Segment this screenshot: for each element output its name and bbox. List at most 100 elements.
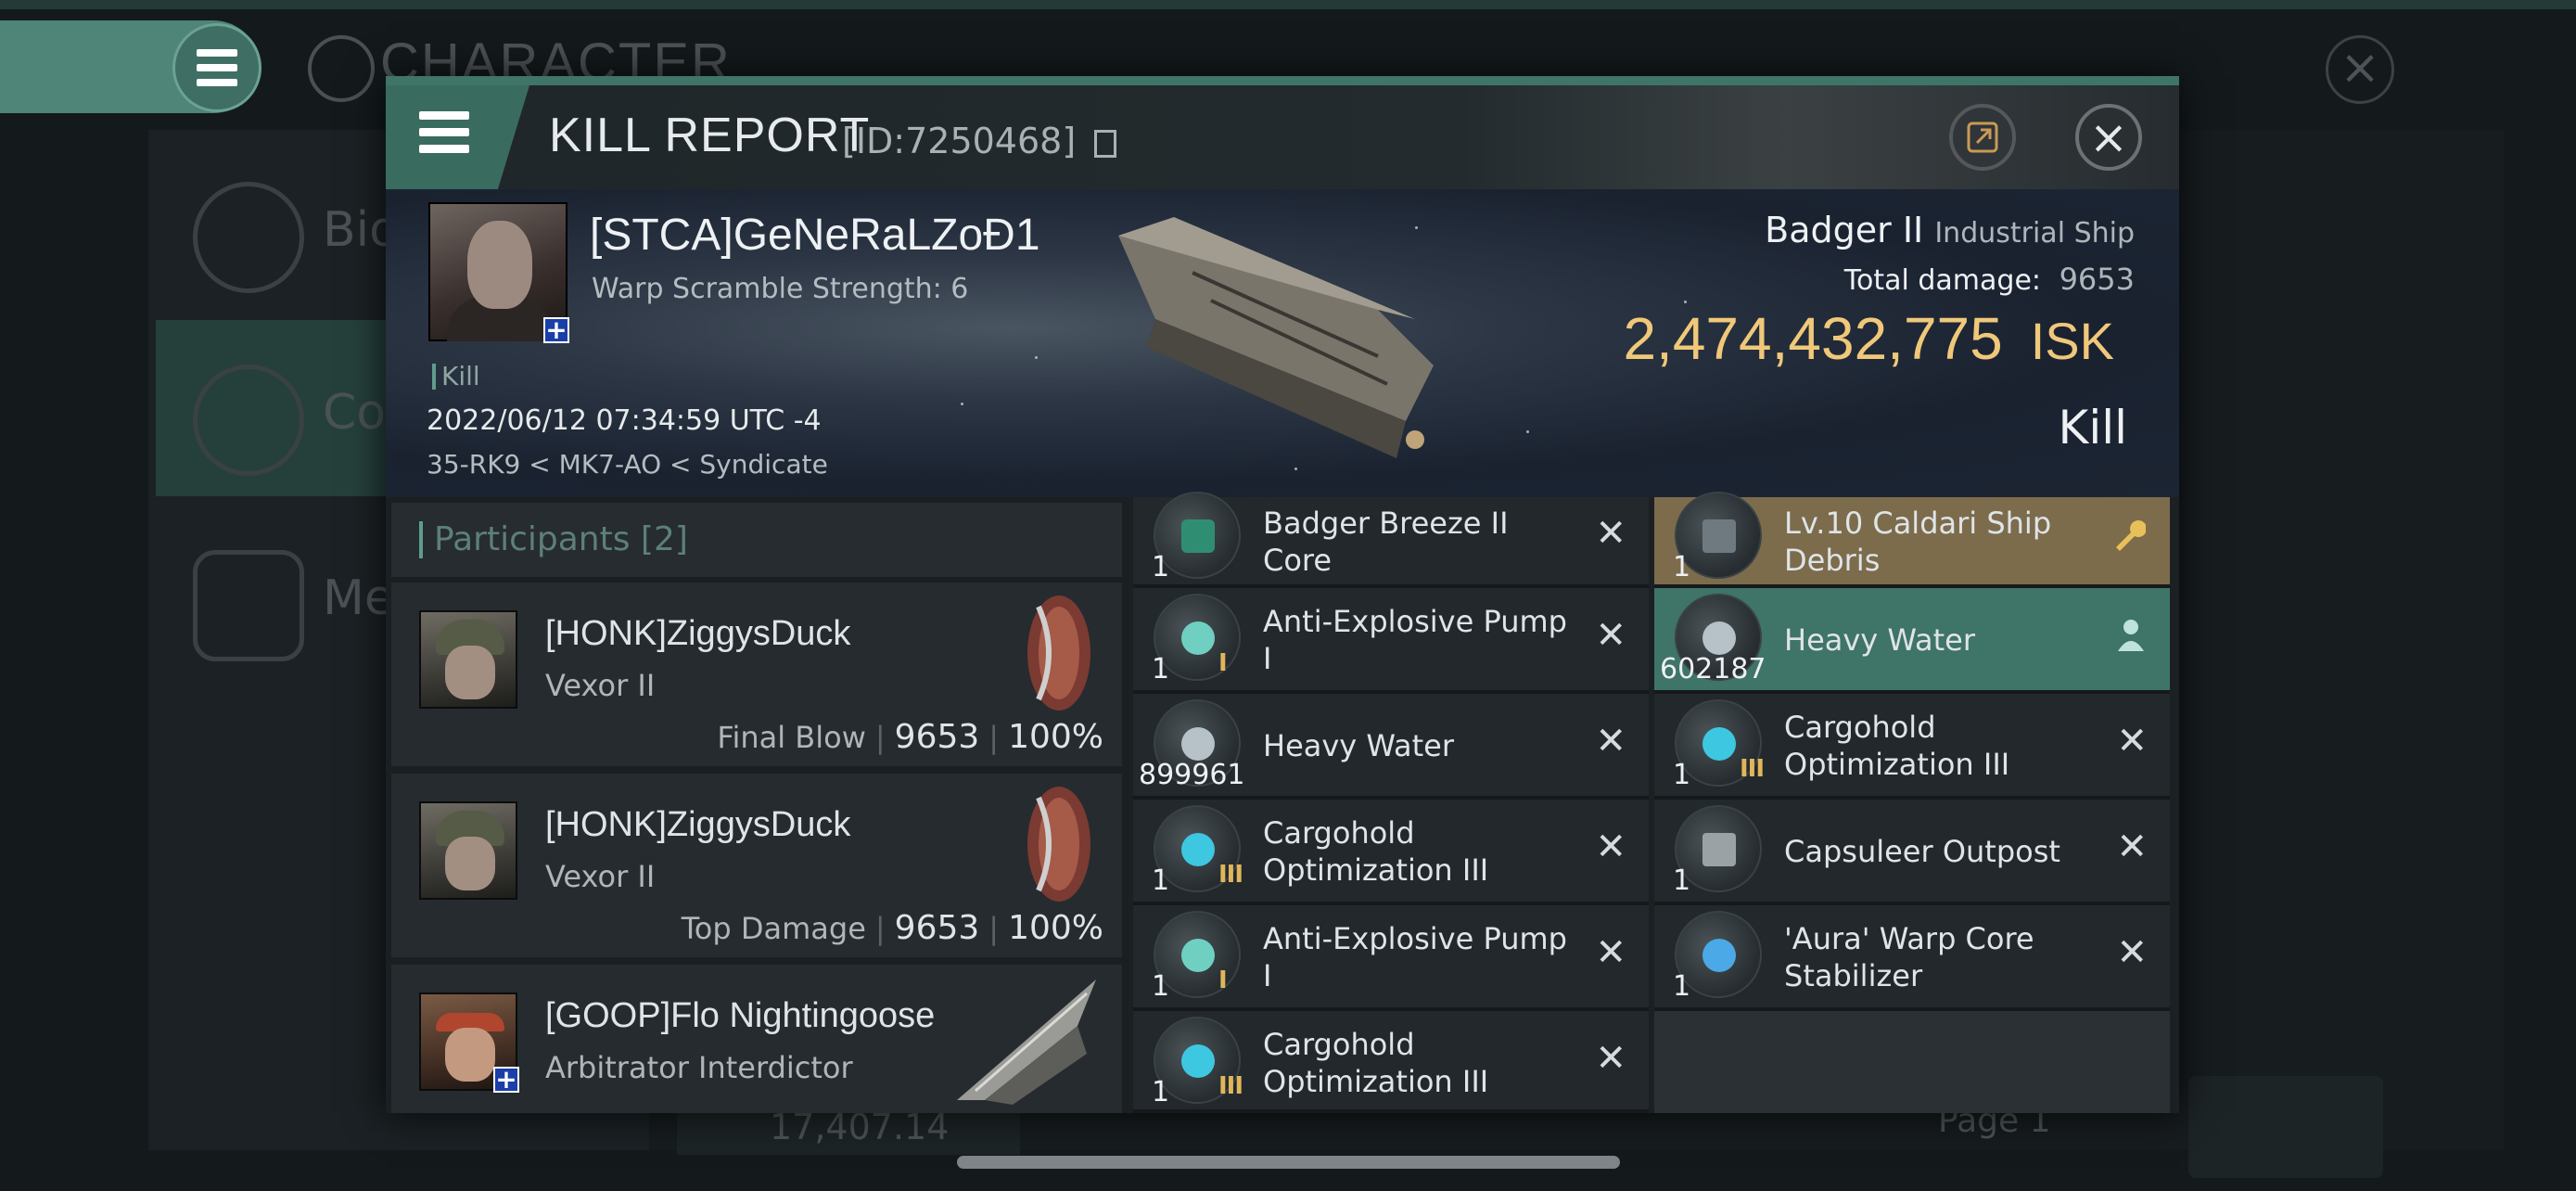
participant-portrait[interactable]: + xyxy=(419,992,519,1093)
top-bar xyxy=(0,0,2576,9)
warp-scramble-strength: Warp Scramble Strength: 6 xyxy=(592,273,969,305)
item-row[interactable]: 1 III Cargohold Optimization III ✕ xyxy=(1133,800,1649,905)
home-indicator[interactable] xyxy=(957,1156,1620,1169)
participant-row[interactable]: [HONK]ZiggysDuck Vexor II Top Damage | 965… xyxy=(391,774,1122,957)
wrench-icon xyxy=(2116,520,2146,551)
kill-location[interactable]: 35-RK9 < MK7-AO < Syndicate xyxy=(427,449,828,480)
kill-datetime: 2022/06/12 07:34:59 UTC -4 xyxy=(427,404,822,437)
close-button[interactable]: × xyxy=(2075,104,2142,171)
share-button[interactable] xyxy=(1949,104,2016,171)
participant-name: [GOOP]Flo Nightingoose xyxy=(545,996,936,1035)
destroyed-icon: ✕ xyxy=(2116,826,2148,868)
item-row[interactable]: 1 I Anti-Explosive Pump I ✕ xyxy=(1133,588,1649,694)
copy-icon[interactable] xyxy=(1094,129,1117,158)
item-row[interactable]: 899961 Heavy Water ✕ xyxy=(1133,694,1649,800)
item-quantity: 1 xyxy=(1673,551,1691,583)
item-quantity: 1 xyxy=(1152,653,1170,685)
item-quantity: 1 xyxy=(1673,970,1691,1003)
bio-icon xyxy=(193,182,304,293)
kill-report-dialog: KILL REPORT [ID:7250468] × + [STCA]GeNeR… xyxy=(386,76,2179,1113)
item-row[interactable]: 602187 Heavy Water xyxy=(1654,588,2170,694)
item-quantity: 1 xyxy=(1673,864,1691,897)
ship-name: Badger II xyxy=(1765,210,1924,250)
item-quantity: 1 xyxy=(1673,759,1691,791)
add-contact-icon[interactable]: + xyxy=(543,317,569,343)
item-row[interactable]: 1 'Aura' Warp Core Stabilizer ✕ xyxy=(1654,905,2170,1011)
item-name: Heavy Water xyxy=(1263,728,1454,763)
item-row[interactable]: 1 III Cargohold Optimization III ✕ xyxy=(1654,694,2170,800)
stat-label: Top Damage xyxy=(681,911,866,946)
victim-portrait[interactable]: + xyxy=(428,202,569,343)
victim-banner: + [STCA]GeNeRaLZoĐ1 Warp Scramble Streng… xyxy=(386,189,2179,497)
isk-value: 2,474,432,775 ISK xyxy=(1623,304,2114,373)
item-name: Cargohold Optimization III xyxy=(1263,1027,1489,1099)
item-row[interactable]: 1 Capsuleer Outpost ✕ xyxy=(1654,800,2170,905)
badger-ship-image xyxy=(1118,217,1434,458)
damage-value: 9653 xyxy=(894,909,980,947)
hamburger-icon xyxy=(197,49,237,86)
item-name: Cargohold Optimization III xyxy=(1784,710,2010,782)
tech-level: I xyxy=(1218,967,1228,994)
screen-close-button[interactable]: × xyxy=(2326,35,2394,104)
participants-title: Participants [2] xyxy=(419,521,688,558)
star-badge-icon xyxy=(193,550,304,661)
participant-name: [HONK]ZiggysDuck xyxy=(545,614,851,653)
item-row[interactable]: 1 Lv.10 Caldari Ship Debris xyxy=(1654,492,2170,588)
participant-ship: Vexor II xyxy=(545,859,656,894)
arbitrator-ship-image xyxy=(957,980,1096,1105)
destroyed-icon: ✕ xyxy=(1595,931,1626,974)
kill-id-label: [ID:7250468] xyxy=(842,121,1077,161)
hamburger-icon xyxy=(419,111,469,153)
item-row[interactable]: 1 III Cargohold Optimization III ✕ xyxy=(1133,1011,1649,1113)
destroyed-icon: ✕ xyxy=(1595,614,1626,657)
item-row[interactable]: 1 I Anti-Explosive Pump I ✕ xyxy=(1133,905,1649,1011)
victim-ship[interactable]: Badger II Industrial Ship xyxy=(1765,210,2135,250)
item-row[interactable]: 1 Badger Breeze II Core ✕ xyxy=(1133,492,1649,588)
item-name: Anti-Explosive Pump I xyxy=(1263,921,1567,993)
item-name: Lv.10 Caldari Ship Debris xyxy=(1784,506,2052,578)
participants-label: Participants xyxy=(434,520,631,558)
participant-row[interactable]: [HONK]ZiggysDuck Vexor II Final Blow | 965… xyxy=(391,583,1122,766)
item-name: Capsuleer Outpost xyxy=(1784,834,2060,869)
item-quantity: 602187 xyxy=(1660,653,1766,685)
item-name: Cargohold Optimization III xyxy=(1263,815,1489,888)
item-name: Anti-Explosive Pump I xyxy=(1263,604,1567,676)
victim-name[interactable]: [STCA]GeNeRaLZoĐ1 xyxy=(590,210,1040,261)
damage-percent: 100% xyxy=(1008,909,1103,947)
dialog-title: KILL REPORT xyxy=(549,109,871,162)
filter-button[interactable] xyxy=(2188,1076,2383,1178)
tech-level: III xyxy=(1218,1072,1243,1100)
close-icon: × xyxy=(2089,110,2128,164)
item-quantity: 1 xyxy=(1152,864,1170,897)
person-icon xyxy=(2118,620,2144,651)
ship-class: Industrial Ship xyxy=(1934,217,2135,250)
share-icon xyxy=(1967,122,1998,153)
participant-ship: Arbitrator Interdictor xyxy=(545,1050,853,1085)
destroyed-icon: ✕ xyxy=(1595,826,1626,868)
participant-portrait[interactable] xyxy=(419,610,517,709)
main-menu-button[interactable] xyxy=(172,23,261,112)
add-contact-icon[interactable]: + xyxy=(493,1067,519,1093)
destroyed-icon: ✕ xyxy=(1595,720,1626,762)
damage-value: 9653 xyxy=(894,718,980,756)
item-name: Badger Breeze II Core xyxy=(1263,506,1509,578)
stat-label: Final Blow xyxy=(717,720,866,755)
character-icon xyxy=(308,35,375,102)
tech-level: III xyxy=(1218,861,1243,889)
participants-header: Participants [2] xyxy=(391,503,1122,577)
participant-portrait[interactable] xyxy=(419,801,517,900)
item-quantity: 1 xyxy=(1152,551,1170,583)
participant-row[interactable]: + [GOOP]Flo Nightingoose Arbitrator Inte… xyxy=(391,965,1122,1113)
isk-amount: 2,474,432,775 xyxy=(1623,305,2003,372)
item-quantity: 1 xyxy=(1152,1076,1170,1108)
vexor-ship-image xyxy=(1027,787,1090,902)
total-damage: Total damage: 9653 xyxy=(1844,262,2135,297)
destroyed-icon: ✕ xyxy=(1595,512,1626,555)
dialog-menu-button[interactable] xyxy=(386,85,529,189)
item-name: Heavy Water xyxy=(1784,622,1975,658)
tech-level: III xyxy=(1740,755,1765,783)
crossed-swords-icon xyxy=(193,365,304,476)
item-quantity: 899961 xyxy=(1139,759,1245,791)
kill-tag: Kill xyxy=(432,364,480,390)
participant-stats: Top Damage | 9653 | 100% xyxy=(681,909,1103,947)
